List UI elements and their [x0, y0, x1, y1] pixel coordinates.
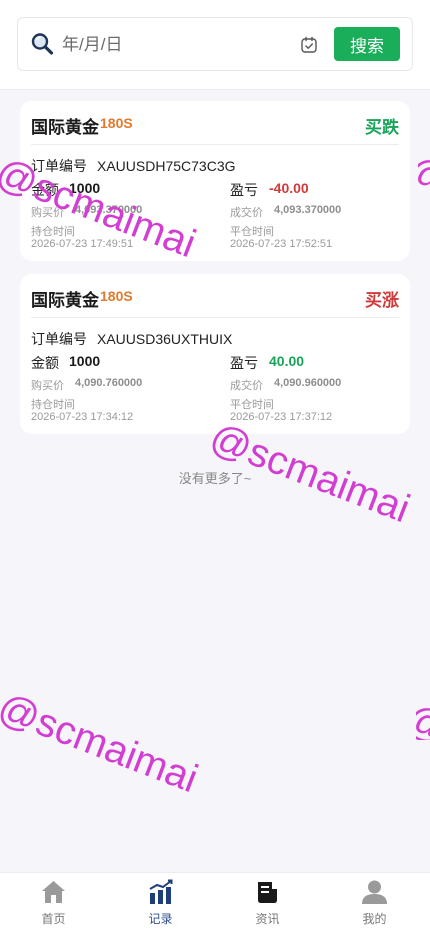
- pnl-value: 40.00: [269, 353, 305, 369]
- amount-label: 金额: [31, 355, 59, 371]
- order-number-row: 订单编号 XAUUSD36UXTHUIX: [31, 329, 232, 349]
- nav-item-news[interactable]: 资讯: [214, 873, 321, 932]
- deal-price-label: 成交价: [230, 207, 263, 219]
- pnl-label: 盈亏: [230, 182, 258, 198]
- close-time-value: 2026-07-23 17:52:51: [230, 238, 333, 250]
- order-number: XAUUSDH75C73C3G: [97, 158, 236, 174]
- order-number: XAUUSD36UXTHUIX: [97, 331, 233, 347]
- close-time-label: 平仓时间: [230, 226, 274, 238]
- buy-price-label: 购买价: [31, 380, 64, 392]
- deal-price-value: 4,090.960000: [274, 377, 342, 389]
- order-number-label: 订单编号: [31, 331, 87, 347]
- watermark: @scmaimai: [416, 696, 430, 740]
- deal-price-label: 成交价: [230, 380, 263, 392]
- nav-label: 我的: [362, 912, 387, 926]
- nav-item-records[interactable]: 记录: [107, 873, 214, 932]
- watermark: @scmaimai: [418, 148, 430, 188]
- news-icon: [258, 882, 277, 903]
- nav-item-mine[interactable]: 我的: [321, 873, 428, 932]
- search-icon[interactable]: [30, 32, 54, 56]
- duration-badge: 180S: [100, 115, 133, 131]
- user-icon: [362, 880, 387, 904]
- duration-badge: 180S: [100, 288, 133, 304]
- trade-direction: 买跌: [365, 118, 399, 137]
- pnl-label: 盈亏: [230, 355, 258, 371]
- watermark-clip: @scmaimai: [416, 690, 430, 740]
- open-time-value: 2026-07-23 17:34:12: [31, 411, 134, 423]
- close-time-label: 平仓时间: [230, 399, 274, 411]
- pnl-value: -40.00: [269, 180, 309, 196]
- amount-value: 1000: [69, 353, 101, 369]
- product-name: 国际黄金: [31, 118, 99, 137]
- chart-icon: [149, 879, 173, 904]
- watermark-clip: @scmaimai: [418, 140, 430, 188]
- nav-label: 资讯: [255, 912, 280, 926]
- divider: [31, 317, 399, 318]
- open-time-label: 持仓时间: [31, 399, 75, 411]
- product-name: 国际黄金: [31, 291, 99, 310]
- nav-label: 首页: [41, 912, 66, 926]
- bottom-nav: 首页 记录 资讯 我的: [0, 872, 430, 932]
- close-time-value: 2026-07-23 17:37:12: [230, 411, 333, 423]
- search-header: 搜索: [0, 0, 430, 90]
- home-icon: [42, 881, 65, 903]
- order-card[interactable]: 国际黄金 180S 买涨 订单编号 XAUUSD36UXTHUIX 金额 1000…: [20, 274, 410, 434]
- nav-label: 记录: [148, 912, 173, 926]
- buy-price-value: 4,090.760000: [75, 377, 143, 389]
- open-time-label: 持仓时间: [31, 226, 75, 238]
- search-bar: 搜索: [17, 17, 413, 71]
- deal-price-value: 4,093.370000: [274, 204, 342, 216]
- watermark: @scmaimai: [0, 685, 204, 802]
- date-search-input[interactable]: [62, 30, 292, 60]
- divider: [31, 144, 399, 145]
- nav-item-home[interactable]: 首页: [0, 873, 107, 932]
- search-button[interactable]: 搜索: [334, 27, 400, 61]
- calendar-icon[interactable]: [300, 36, 318, 54]
- trade-direction: 买涨: [365, 291, 399, 310]
